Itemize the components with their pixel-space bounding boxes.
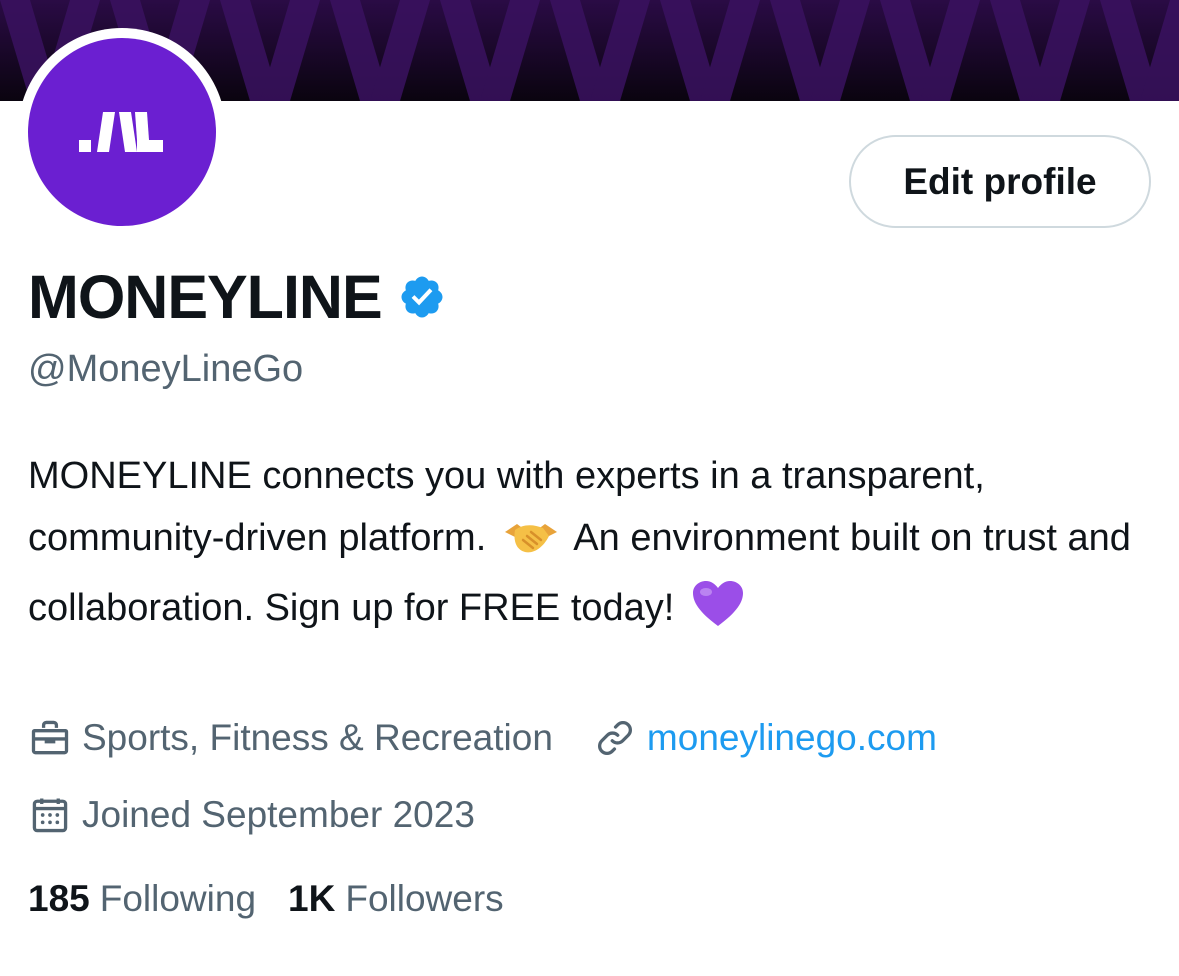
profile-category: Sports, Fitness & Recreation bbox=[82, 717, 553, 758]
display-name: MONEYLINE bbox=[28, 263, 383, 331]
profile-meta-row: Sports, Fitness & Recreation moneylinego… bbox=[28, 716, 937, 760]
handshake-icon bbox=[503, 515, 559, 577]
verified-badge-icon[interactable] bbox=[398, 273, 446, 321]
joined-date: Joined September 2023 bbox=[82, 794, 475, 835]
followers-label: Followers bbox=[345, 878, 504, 919]
moneyline-logo-icon bbox=[79, 112, 163, 152]
calendar-icon bbox=[32, 798, 68, 833]
followers-link[interactable]: 1K Followers bbox=[288, 878, 504, 920]
joined-row: Joined September 2023 bbox=[28, 793, 475, 837]
profile-bio: MONEYLINE connects you with experts in a… bbox=[28, 445, 1168, 647]
followers-count: 1K bbox=[288, 878, 336, 919]
briefcase-icon bbox=[31, 720, 69, 755]
edit-profile-button[interactable]: Edit profile bbox=[849, 135, 1151, 228]
purple-heart-icon bbox=[691, 580, 745, 647]
following-label: Following bbox=[99, 878, 257, 919]
name-row: MONEYLINE bbox=[28, 262, 446, 332]
following-link[interactable]: 185 Following bbox=[28, 878, 256, 920]
user-handle: @MoneyLineGo bbox=[28, 348, 304, 390]
website-link[interactable]: moneylinego.com bbox=[647, 717, 937, 759]
avatar[interactable] bbox=[28, 38, 216, 226]
link-icon bbox=[597, 721, 632, 755]
following-count: 185 bbox=[28, 878, 90, 919]
follow-stats: 185 Following 1K Followers bbox=[28, 878, 536, 920]
